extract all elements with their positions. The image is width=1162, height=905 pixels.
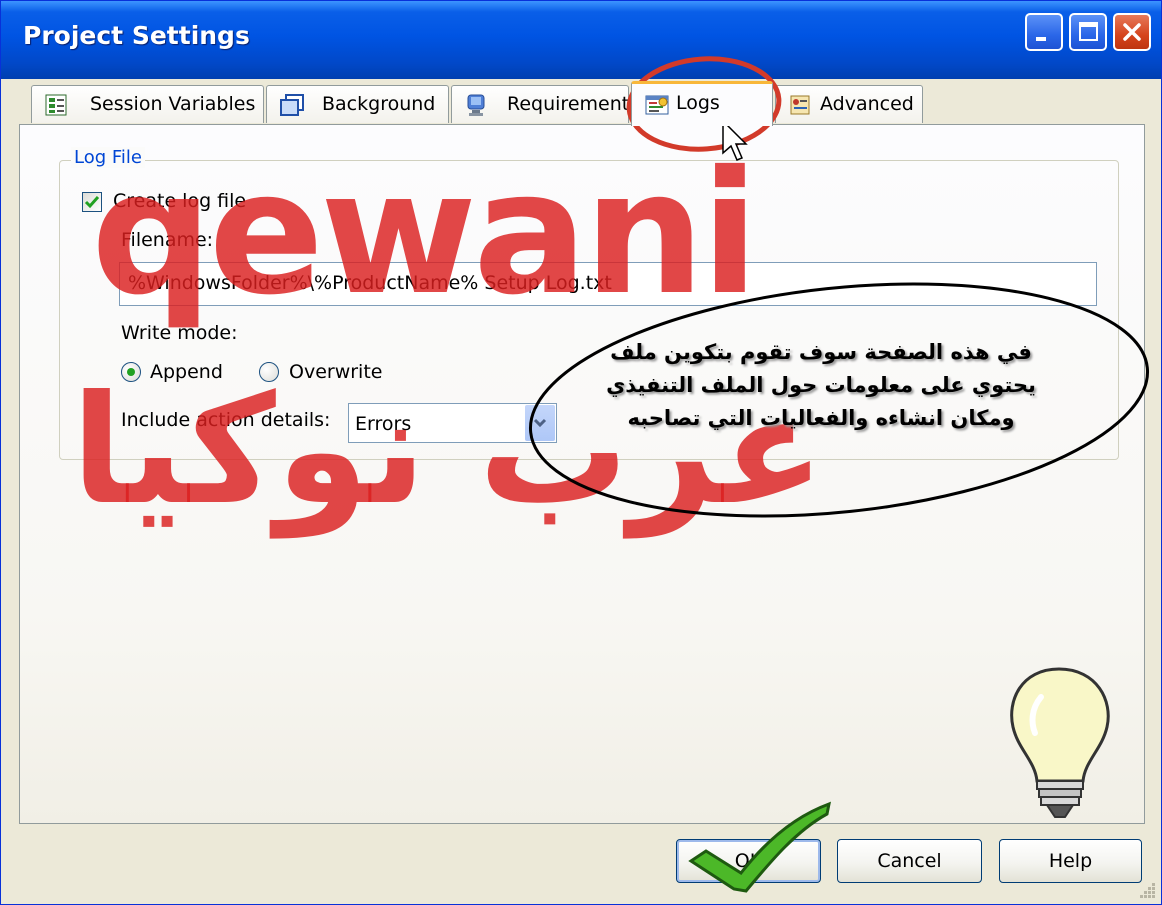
annotation-line: يحتوي على معلومات حول الملف التنفيذي	[606, 373, 1036, 397]
mouse-cursor-icon	[722, 119, 748, 161]
annotation-line: ومكان انشاءه والفعاليات التي تصاحبه	[627, 406, 1015, 430]
logs-icon	[645, 95, 669, 115]
green-checkmark-icon	[688, 801, 831, 893]
tab-label: Logs	[676, 92, 720, 114]
annotation-overlay	[528, 56, 1150, 893]
tab-logs[interactable]: Logs	[631, 81, 773, 126]
annotation-text: في هذه الصفحة سوف تقوم بتكوين ملف يحتوي …	[561, 336, 1081, 435]
annotation-line: في هذه الصفحة سوف تقوم بتكوين ملف	[610, 340, 1032, 364]
lightbulb-icon	[1010, 667, 1110, 818]
project-settings-dialog: Project Settings Session Variables Backg…	[0, 0, 1162, 905]
